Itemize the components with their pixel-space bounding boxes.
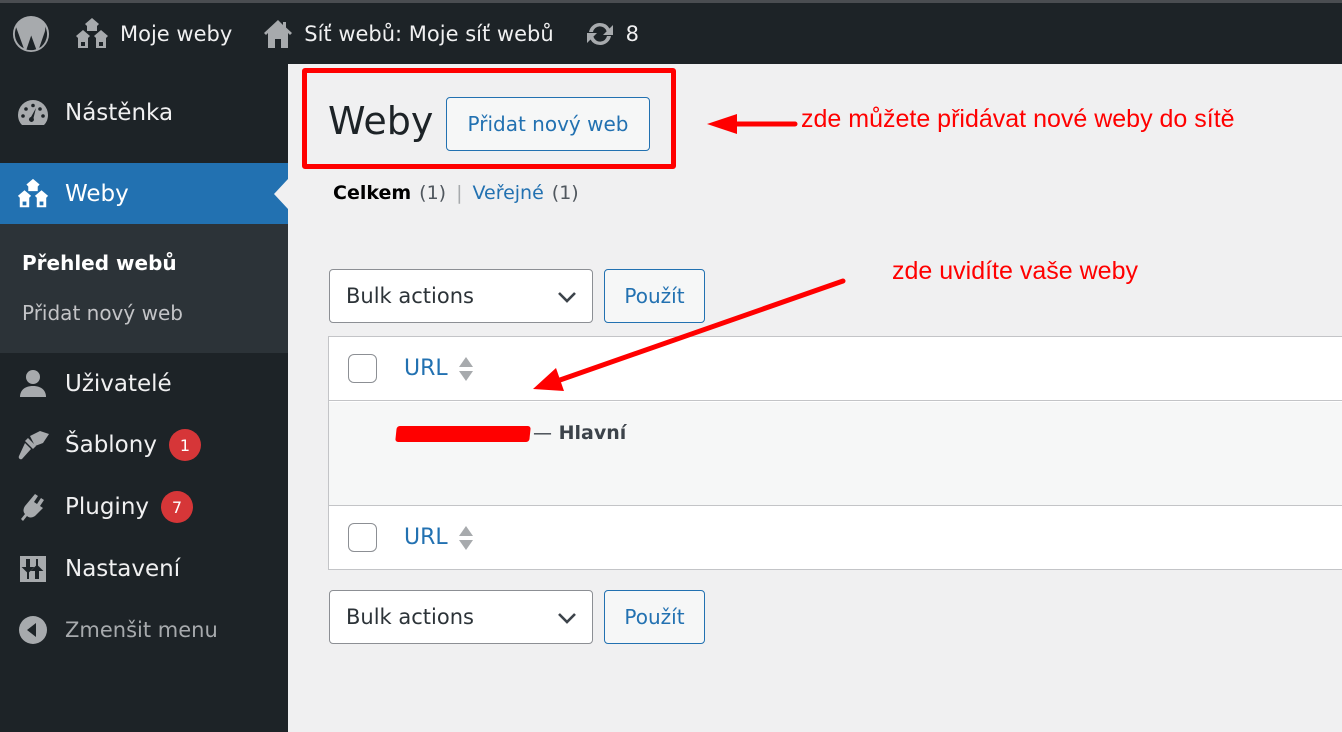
sites-icon	[76, 17, 108, 48]
url-column-label: URL	[404, 525, 448, 550]
sites-table: URL — Hlavní URL	[328, 336, 1342, 570]
chevron-down-icon	[558, 292, 576, 303]
submenu-item-add-new-site[interactable]: Přidat nový web	[22, 301, 183, 325]
sort-icon	[458, 356, 473, 381]
select-all-checkbox-footer[interactable]	[348, 523, 377, 552]
my-sites-label: Moje weby	[120, 21, 233, 46]
settings-icon	[16, 552, 50, 586]
sidebar-item-label: Nastavení	[65, 556, 181, 582]
bulk-actions-value: Bulk actions	[346, 284, 474, 308]
page-title: Weby	[328, 99, 434, 143]
themes-icon	[16, 428, 50, 462]
apply-bulk-button-top[interactable]: Použít	[604, 269, 705, 323]
sort-icon	[458, 525, 473, 550]
wordpress-icon	[12, 15, 50, 52]
admin-bar: Moje weby Síť webů: Moje síť webů 8	[0, 0, 1342, 64]
filter-separator: |	[456, 182, 463, 204]
bulk-actions-select-top[interactable]: Bulk actions	[329, 269, 593, 323]
annotation-add-note: zde můžete přidávat nové weby do sítě	[801, 105, 1235, 133]
filter-all-count: (1)	[419, 182, 447, 204]
filter-public[interactable]: Veřejné	[472, 182, 543, 204]
sidebar-item-label: Uživatelé	[65, 371, 172, 397]
collapse-menu-label: Zmenšit menu	[65, 618, 218, 642]
url-column-label: URL	[404, 356, 448, 381]
sidebar-item-label: Nástěnka	[65, 100, 174, 126]
table-header: URL	[329, 337, 1342, 401]
network-menu[interactable]: Síť webů: Moje síť webů	[264, 3, 554, 64]
apply-bulk-button-bottom[interactable]: Použít	[604, 590, 705, 644]
filter-public-count: (1)	[551, 182, 579, 204]
table-row: — Hlavní	[329, 402, 1342, 505]
updates-icon	[586, 22, 613, 45]
sidebar-item-dashboard[interactable]: Nástěnka	[0, 83, 288, 143]
sidebar-item-users[interactable]: Uživatelé	[0, 354, 288, 414]
plugins-icon	[16, 490, 50, 524]
sidebar-item-plugins[interactable]: Pluginy 7	[0, 477, 288, 537]
chevron-down-icon	[558, 613, 576, 624]
dashboard-icon	[16, 96, 50, 130]
users-icon	[16, 367, 50, 401]
admin-sidebar: Nástěnka Weby Přehled webů Přidat nový w…	[0, 61, 288, 732]
sites-icon	[16, 177, 50, 211]
updates-button[interactable]: 8	[584, 3, 639, 64]
main-site-suffix: Hlavní	[558, 422, 627, 444]
sidebar-item-sites[interactable]: Weby	[0, 163, 288, 224]
sidebar-item-label: Šablony	[65, 432, 157, 458]
select-all-checkbox[interactable]	[348, 354, 377, 383]
main-content: Weby Přidat nový web Celkem (1) | Veřejn…	[288, 61, 1342, 732]
network-label: Síť webů: Moje síť webů	[304, 21, 554, 46]
wordpress-logo-button[interactable]	[12, 3, 50, 64]
sidebar-item-label: Pluginy	[65, 494, 150, 520]
annotation-list-note: zde uvidíte vaše weby	[892, 257, 1138, 285]
home-icon	[264, 19, 293, 48]
updates-count: 8	[625, 21, 639, 46]
filter-all[interactable]: Celkem	[333, 182, 411, 204]
collapse-menu-button[interactable]: Zmenšit menu	[0, 600, 288, 660]
status-filter-links: Celkem (1) | Veřejné (1)	[333, 182, 579, 204]
submenu-item-sites-overview[interactable]: Přehled webů	[22, 251, 177, 275]
url-column-footer[interactable]: URL	[404, 524, 474, 552]
sidebar-item-themes[interactable]: Šablony 1	[0, 415, 288, 475]
redacted-site-url[interactable]	[395, 426, 531, 442]
sites-submenu: Přehled webů Přidat nový web	[0, 224, 288, 353]
dash-separator: —	[533, 422, 552, 444]
collapse-arrow-icon	[16, 613, 50, 647]
sidebar-item-label: Weby	[65, 180, 129, 207]
table-footer: URL	[329, 505, 1342, 569]
plugins-update-badge: 7	[161, 491, 194, 523]
my-sites-menu[interactable]: Moje weby	[74, 3, 232, 64]
url-column-header[interactable]: URL	[404, 355, 474, 383]
main-site-label: — Hlavní	[533, 422, 626, 444]
bulk-actions-value: Bulk actions	[346, 605, 474, 629]
sidebar-item-settings[interactable]: Nastavení	[0, 539, 288, 599]
add-new-site-button[interactable]: Přidat nový web	[446, 97, 650, 151]
bulk-actions-select-bottom[interactable]: Bulk actions	[329, 590, 593, 644]
themes-update-badge: 1	[168, 429, 201, 461]
